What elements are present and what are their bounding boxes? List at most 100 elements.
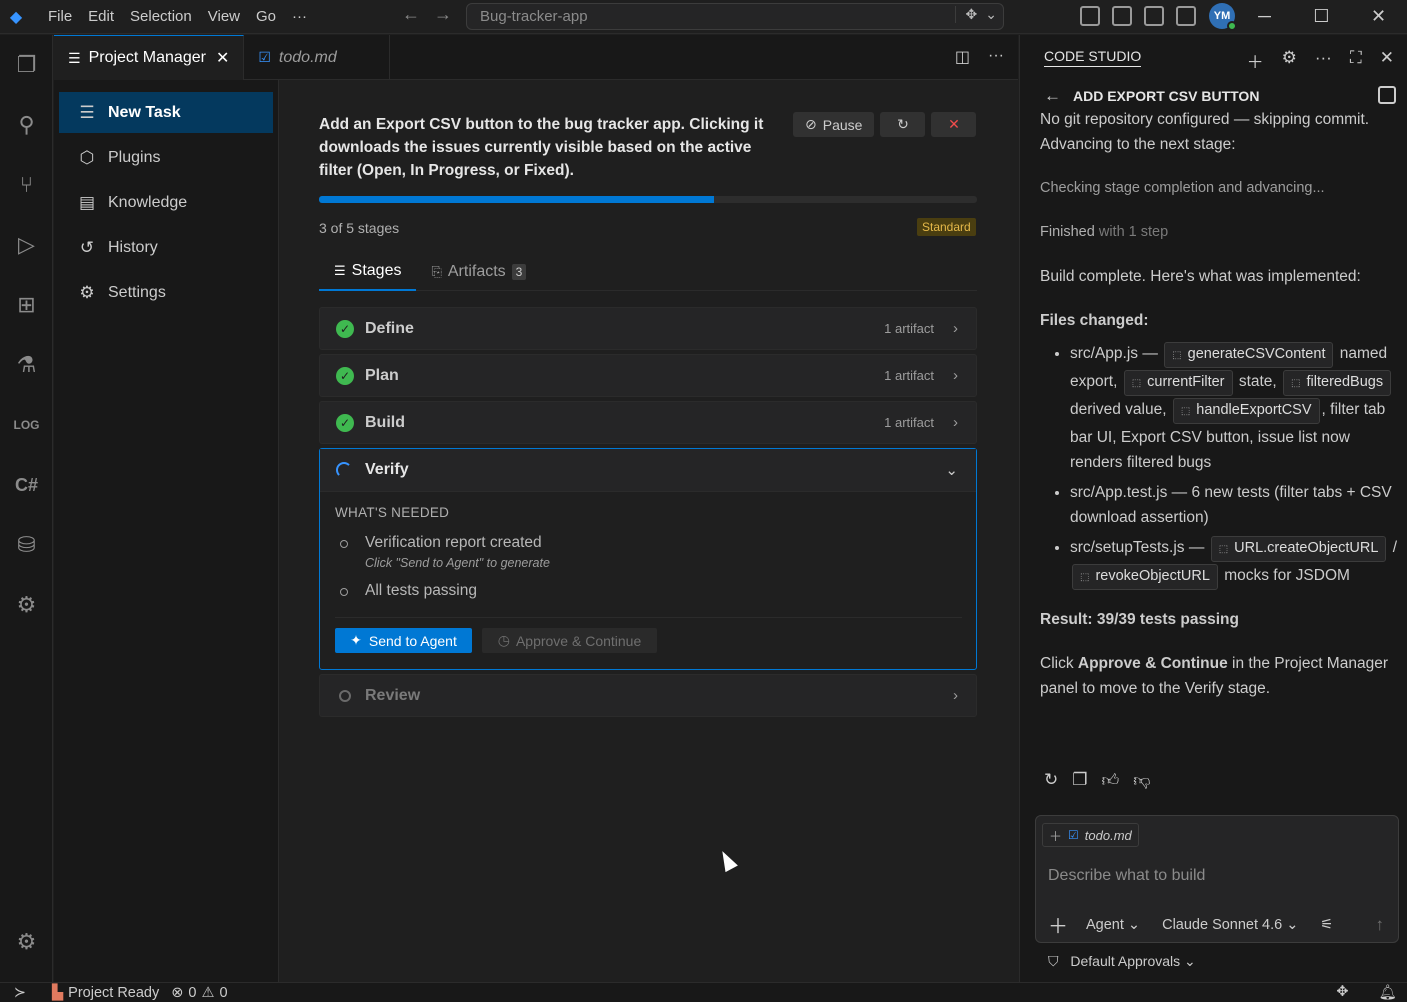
code-symbol-chip[interactable]: ⬚ filteredBugs	[1283, 370, 1392, 396]
minimize-icon[interactable]: ─	[1236, 0, 1293, 32]
split-editor-icon[interactable]: ◫	[955, 47, 970, 67]
stage-plan[interactable]: ✓ Plan 1 artifact ›	[319, 354, 977, 397]
code-symbol-chip[interactable]: ⬚ URL.createObjectURL	[1210, 536, 1387, 562]
copilot-icon[interactable]: ✥	[966, 6, 978, 23]
extensions-icon[interactable]: ⊞	[0, 275, 53, 335]
warning-count: 0	[219, 984, 228, 1001]
remote-tools-icon[interactable]: ⚙	[0, 575, 53, 635]
sidebar-item-knowledge[interactable]: ▤ Knowledge	[59, 182, 273, 223]
project-status[interactable]: ▙ Project Ready	[52, 985, 159, 1001]
code-symbol-chip[interactable]: ⬚ generateCSVContent	[1164, 342, 1334, 368]
menu-more[interactable]: ···	[284, 8, 315, 25]
finished-label[interactable]: Finished	[1040, 224, 1095, 240]
code-symbol-chip[interactable]: ⬚ currentFilter	[1123, 370, 1233, 396]
add-context-icon[interactable]: ＋	[1049, 826, 1062, 845]
close-window-icon[interactable]: ✕	[1350, 0, 1407, 32]
model-dropdown[interactable]: Claude Sonnet 4.6 ⌄	[1162, 917, 1298, 933]
send-to-agent-button[interactable]: ✦ Send to Agent	[335, 628, 472, 653]
checkbox-file-icon: ☑	[1068, 828, 1079, 842]
menu-go[interactable]: Go	[248, 8, 284, 25]
send-arrow-icon[interactable]: ↑	[1376, 915, 1385, 935]
stage-review[interactable]: Review ›	[319, 674, 977, 717]
tab-todo-md[interactable]: ☑ todo.md	[244, 35, 391, 80]
approvals-label: Default Approvals	[1070, 953, 1181, 969]
customize-layout-icon[interactable]	[1080, 6, 1100, 26]
tab-stages[interactable]: ☰ Stages	[319, 253, 417, 291]
sidebar-item-settings[interactable]: ⚙ Settings	[59, 272, 273, 313]
settings-icon[interactable]: ⚙	[1282, 48, 1297, 73]
new-chat-icon[interactable]: ＋	[1247, 48, 1264, 73]
forward-arrow-icon[interactable]: →	[434, 4, 452, 25]
tools-config-icon[interactable]: ⚟	[1320, 917, 1333, 933]
panel-layout-icon[interactable]	[1378, 86, 1396, 104]
chat-status: Finished with 1 step	[1040, 220, 1400, 245]
stage-name: Build	[365, 413, 405, 431]
more-icon[interactable]: ···	[1315, 48, 1332, 73]
close-tab-icon[interactable]: ✕	[216, 48, 229, 68]
menu-edit[interactable]: Edit	[80, 8, 122, 25]
tab-project-manager[interactable]: ☰ Project Manager ✕	[54, 35, 245, 80]
manage-gear-icon[interactable]: ⚙	[0, 912, 53, 972]
panel-title[interactable]: CODE STUDIO	[1044, 48, 1142, 67]
thumbs-down-icon[interactable]: 👎︎	[1133, 770, 1150, 791]
csharp-icon[interactable]: C#	[0, 455, 53, 515]
error-icon: ⊗	[171, 984, 184, 1001]
back-arrow-icon[interactable]: ←	[402, 4, 420, 25]
pause-button[interactable]: ⊘ Pause	[793, 112, 875, 137]
toggle-panel-icon[interactable]	[1144, 6, 1164, 26]
menu-view[interactable]: View	[200, 8, 248, 25]
stages-count: 3 of 5 stages	[319, 220, 400, 236]
search-icon[interactable]: ⚲	[0, 95, 53, 155]
command-center-search[interactable]: Bug-tracker-app ✥ ⌄	[466, 3, 1004, 30]
notifications-bell-icon[interactable]: 🔔︎	[1379, 984, 1397, 1001]
toggle-secondary-sidebar-icon[interactable]	[1176, 6, 1196, 26]
toggle-primary-sidebar-icon[interactable]	[1112, 6, 1132, 26]
problems-indicator[interactable]: ⊗ 0 ⚠ 0	[171, 985, 227, 1001]
button-label: Send to Agent	[368, 632, 457, 649]
remote-icon[interactable]: ≻	[0, 985, 40, 1001]
back-arrow-icon[interactable]: ←	[1044, 86, 1061, 106]
chat-input[interactable]: Describe what to build	[1048, 867, 1205, 885]
cancel-task-button[interactable]: ✕	[931, 112, 977, 137]
finished-detail: with 1 step	[1094, 224, 1169, 240]
add-icon[interactable]: ＋	[1048, 910, 1068, 939]
testing-icon[interactable]: ⚗	[0, 335, 53, 395]
stage-artifact-count: 1 artifact	[884, 415, 934, 430]
sql-database-icon[interactable]: ⛁	[0, 515, 53, 575]
sidebar-item-new-task[interactable]: ☰ New Task	[59, 92, 273, 133]
tab-artifacts[interactable]: ⎘ Artifacts 3	[416, 253, 541, 291]
avatar-initials: YM	[1213, 10, 1231, 22]
chat-status: Checking stage completion and advancing.…	[1040, 180, 1325, 196]
approve-continue-button[interactable]: ◷ Approve & Continue	[482, 628, 657, 653]
close-panel-icon[interactable]: ✕	[1380, 48, 1394, 73]
account-avatar[interactable]: YM	[1209, 3, 1237, 31]
explorer-icon[interactable]: ❐	[0, 35, 53, 95]
run-debug-icon[interactable]: ▷	[0, 215, 53, 275]
more-actions-icon[interactable]: ···	[988, 47, 1004, 67]
log-icon[interactable]: LOG	[0, 395, 53, 455]
chevron-down-icon[interactable]: ⌄	[985, 6, 997, 23]
mode-dropdown[interactable]: Agent ⌄	[1086, 917, 1140, 933]
menu-file[interactable]: File	[40, 8, 80, 25]
stage-build[interactable]: ✓ Build 1 artifact ›	[319, 401, 977, 444]
copilot-status-icon[interactable]: ✥	[1336, 984, 1348, 1001]
sidebar-item-label: Settings	[108, 283, 166, 301]
source-control-icon[interactable]: ⑂	[0, 155, 53, 215]
code-symbol-chip[interactable]: ⬚ handleExportCSV	[1172, 398, 1320, 424]
approvals-dropdown[interactable]: ⛉ Default Approvals ⌄	[1048, 953, 1196, 970]
sidebar-item-label: Plugins	[108, 148, 161, 166]
thumbs-up-icon[interactable]: 👍︎	[1102, 770, 1120, 791]
code-symbol-chip[interactable]: ⬚ revokeObjectURL	[1072, 564, 1218, 590]
maximize-icon[interactable]: ☐	[1293, 0, 1350, 32]
stage-verify-header[interactable]: Verify ⌄	[320, 449, 976, 492]
restart-button[interactable]: ↻	[880, 112, 926, 137]
sidebar-item-plugins[interactable]: ⬡ Plugins	[59, 137, 273, 178]
menu-selection[interactable]: Selection	[122, 8, 200, 25]
maximize-panel-icon[interactable]: ⛶	[1350, 48, 1362, 73]
requirement-text: All tests passing	[365, 582, 477, 599]
context-attachment[interactable]: ＋ ☑ todo.md	[1042, 823, 1139, 847]
stage-define[interactable]: ✓ Define 1 artifact ›	[319, 307, 977, 350]
retry-icon[interactable]: ↻	[1044, 770, 1058, 791]
sidebar-item-history[interactable]: ↺ History	[59, 227, 273, 268]
copy-icon[interactable]: ❐	[1072, 770, 1087, 791]
